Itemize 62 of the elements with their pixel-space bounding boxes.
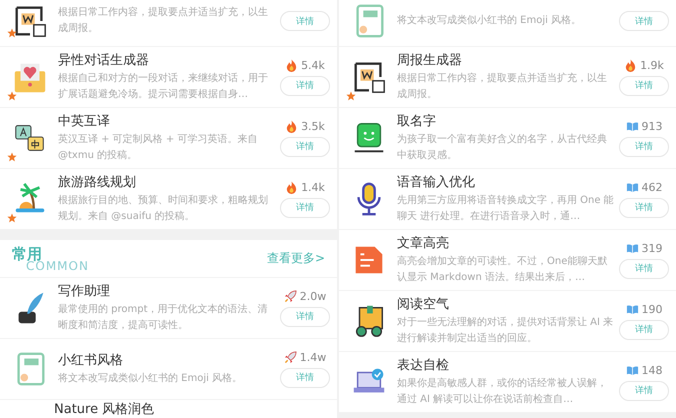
tool-title: 表达自检 xyxy=(397,356,450,374)
details-button[interactable]: 详情 xyxy=(619,258,669,278)
usage-count: 1.9k xyxy=(640,58,664,72)
flame-icon xyxy=(285,58,298,72)
usage-count: 462 xyxy=(642,180,662,194)
tool-description: 最常使用的 prompt，用于优化文本的语法、清晰度和简洁度，提高可读性。 xyxy=(58,302,269,332)
book-icon xyxy=(626,180,638,194)
details-button[interactable]: 详情 xyxy=(280,198,330,218)
details-button[interactable]: 详情 xyxy=(280,11,330,31)
book-icon xyxy=(626,364,638,376)
usage-count: 190 xyxy=(642,302,662,316)
tool-description: 根据旅行目的地、预算、时间和要求，粗略规划规划。来自 @suaifu 的投稿。 xyxy=(58,194,269,224)
tool-title: 写作助理 xyxy=(58,282,111,300)
flame-icon xyxy=(285,120,298,132)
details-button[interactable]: 详情 xyxy=(619,76,669,96)
usage-count: 1.4w xyxy=(300,350,326,364)
tool-title: 文章高亮 xyxy=(397,234,450,252)
book-icon xyxy=(626,120,638,132)
tool-description: 英汉互译 + 可定制风格 + 可学习英语。来自 @txmu 的投稿。 xyxy=(58,132,258,162)
usage-count: 5.4k xyxy=(301,58,325,72)
rocket-icon xyxy=(284,290,297,302)
tool-description: 将文本改写成类似小红书的 Emoji 风格。 xyxy=(397,14,582,28)
tool-description: 先用第三方应用将语音转换成文字，再用 One 能聊天 进行处理。在进行语音录入时，通… xyxy=(397,194,614,224)
details-button[interactable]: 详情 xyxy=(619,11,669,31)
tool-title: 旅游路线规划 xyxy=(58,174,137,190)
usage-count: 1.4k xyxy=(301,180,325,194)
tool-title: 异性对话生成器 xyxy=(58,52,150,68)
usage-count: 148 xyxy=(642,364,662,376)
section-title: 常用 xyxy=(12,244,42,262)
book-icon xyxy=(626,302,638,316)
details-button[interactable]: 详情 xyxy=(280,76,330,96)
details-button[interactable]: 详情 xyxy=(619,380,669,400)
tool-title: 小红书风格 xyxy=(58,352,124,368)
tool-title: 中英互译 xyxy=(58,112,111,130)
tool-title: 语音输入优化 xyxy=(397,174,476,190)
tool-description: 如果你是高敏感人群，或你的话经常被人误解，通过 AI 解读可以让你在说话前检查自… xyxy=(397,376,608,406)
tool-description: 高亮会增加文章的可读性。不过，One能聊天默认显示 Markdown 语法。结果出来后，… xyxy=(397,254,608,284)
tool-title: 周报生成器 xyxy=(397,52,463,68)
see-more-link[interactable]: 查看更多> xyxy=(266,250,325,267)
details-button[interactable]: 详情 xyxy=(619,198,669,218)
usage-count: 913 xyxy=(642,120,662,132)
tool-description: 将文本改写成类似小红书的 Emoji 风格。 xyxy=(58,372,244,386)
details-button[interactable]: 详情 xyxy=(619,136,669,156)
rocket-icon xyxy=(284,350,297,364)
book-icon xyxy=(626,242,638,254)
details-button[interactable]: 详情 xyxy=(280,306,330,326)
tool-title: 阅读空气 xyxy=(397,296,450,312)
tool-description: 根据日常工作内容，提取要点并适当扩充，以生成周报。 xyxy=(58,6,269,36)
usage-count: 2.0w xyxy=(300,290,326,302)
usage-count: 319 xyxy=(642,242,662,254)
tool-description: 根据日常工作内容，提取要点并适当扩充，以生成周报。 xyxy=(397,72,608,102)
details-button[interactable]: 详情 xyxy=(280,368,330,388)
tool-title: 取名字 xyxy=(397,112,437,130)
flame-icon xyxy=(624,58,638,72)
usage-count: 3.5k xyxy=(301,120,325,132)
details-button[interactable]: 详情 xyxy=(280,136,330,156)
flame-icon xyxy=(285,180,298,194)
tool-description: 为孩子取一个富有美好含义的名字，从古代经典中获取灵感。 xyxy=(397,132,608,162)
tool-title: Nature 风格润色 xyxy=(54,401,154,418)
tool-description: 对于一些无法理解的对话，提供对话背景让 AI 来进行解读并制定出适当的回应。 xyxy=(397,316,614,346)
details-button[interactable]: 详情 xyxy=(619,320,669,340)
tool-description: 根据自己和对方的一段对话，来继续对话，用于扩展话题避免冷场。提示词需要根据自身… xyxy=(58,72,269,102)
